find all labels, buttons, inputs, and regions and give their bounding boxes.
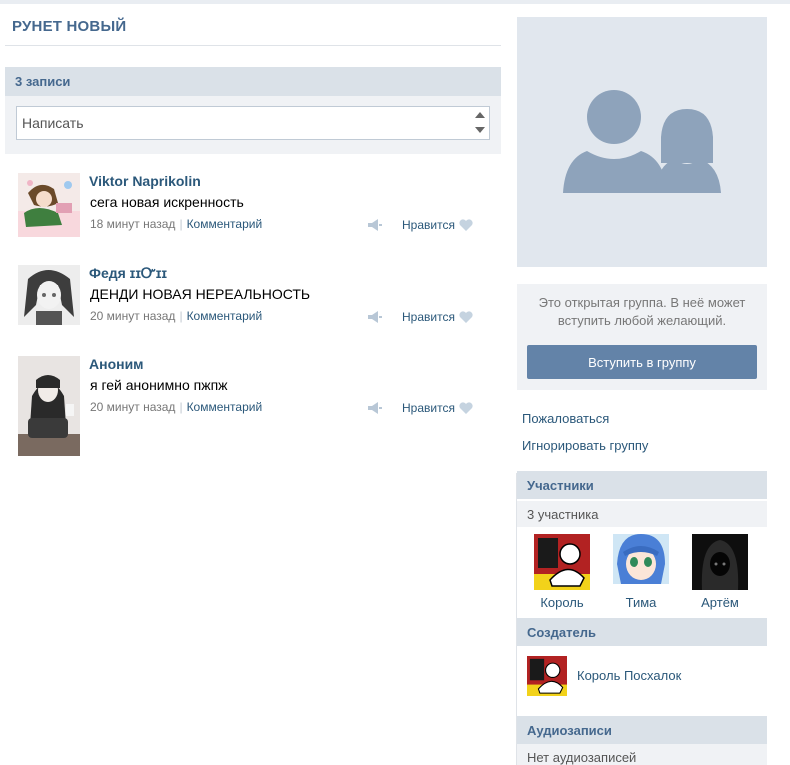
creator-header[interactable]: Создатель [517,618,767,646]
post-author[interactable]: Федя ɪɪᏅɪɪ [89,265,167,282]
avatar[interactable] [527,656,567,696]
post-meta: 20 минут назад | Комментарий [90,309,262,323]
avatar[interactable] [18,356,80,456]
open-group-text: Это открытая группа. В неё может вступит… [538,295,746,328]
member-name[interactable]: Король [527,595,597,610]
separator: | [179,400,183,414]
heart-icon[interactable] [459,311,473,323]
members-count-label[interactable]: 3 участника [527,507,598,522]
audio-empty-label: Нет аудиозаписей [527,750,637,765]
post-time[interactable]: 20 минут назад [90,309,175,323]
divider [5,45,501,46]
audio-header[interactable]: Аудиозаписи [517,716,767,744]
post-meta: 20 минут назад | Комментарий [90,400,262,414]
open-group-box: Это открытая группа. В неё может вступит… [517,284,767,390]
members-count[interactable]: 3 участника [517,501,767,527]
member-name[interactable]: Тима [606,595,676,610]
wall-post: Viktor Naprikolin сега новая искренность… [18,173,488,237]
share-icon[interactable] [367,219,383,231]
post-text: сега новая искренность [90,194,244,210]
scroll-down-icon[interactable] [475,127,485,133]
compose-area: Написать [5,96,501,154]
comment-link[interactable]: Комментарий [187,309,263,323]
members-header-label[interactable]: Участники [527,478,594,493]
wall-count[interactable]: 3 записи [15,74,70,89]
divider [516,473,517,765]
post-text: я гей анонимно пжпж [90,377,228,393]
avatar[interactable] [692,534,748,590]
share-icon[interactable] [367,311,383,323]
page-title: РУНЕТ НОВЫЙ [12,18,127,35]
share-icon[interactable] [367,402,383,414]
separator: | [179,309,183,323]
join-group-button[interactable]: Вступить в группу [527,345,757,379]
creator-name[interactable]: Король Посхалок [577,668,681,683]
avatar[interactable] [18,265,80,325]
separator: | [179,217,183,231]
post-input-placeholder: Написать [22,115,84,131]
audio-header-label[interactable]: Аудиозаписи [527,723,612,738]
creator-header-label[interactable]: Создатель [527,625,596,640]
wall-post: Федя ɪɪᏅɪɪ ДЕНДИ НОВАЯ НЕРЕАЛЬНОСТЬ 20 м… [18,265,488,327]
input-scroll-arrows[interactable] [475,111,485,135]
wall-header[interactable]: 3 записи [5,67,501,96]
post-meta: 18 минут назад | Комментарий [90,217,262,231]
member-item[interactable]: Артём [685,534,755,610]
wall-post: Аноним я гей анонимно пжпж 20 минут наза… [18,356,488,456]
post-author[interactable]: Аноним [89,356,144,372]
heart-icon[interactable] [459,219,473,231]
post-text: ДЕНДИ НОВАЯ НЕРЕАЛЬНОСТЬ [90,286,311,302]
like-label[interactable]: Нравится [402,401,455,415]
members-header[interactable]: Участники [517,471,767,499]
like-label[interactable]: Нравится [402,218,455,232]
post-input[interactable]: Написать [16,106,490,140]
report-link[interactable]: Пожаловаться [522,411,609,426]
audio-empty: Нет аудиозаписей [517,744,767,765]
post-time[interactable]: 20 минут назад [90,400,175,414]
member-name[interactable]: Артём [685,595,755,610]
heart-icon[interactable] [459,402,473,414]
comment-link[interactable]: Комментарий [187,400,263,414]
comment-link[interactable]: Комментарий [187,217,263,231]
member-item[interactable]: Тима [606,534,676,610]
avatar[interactable] [534,534,590,590]
post-author[interactable]: Viktor Naprikolin [89,173,201,189]
scroll-up-icon[interactable] [475,112,485,118]
group-cover[interactable] [517,17,767,267]
post-time[interactable]: 18 минут назад [90,217,175,231]
member-item[interactable]: Король [527,534,597,610]
top-bar [0,0,790,4]
avatar[interactable] [18,173,80,237]
avatar[interactable] [613,534,669,590]
group-placeholder-icon [563,90,721,193]
like-label[interactable]: Нравится [402,310,455,324]
ignore-group-link[interactable]: Игнорировать группу [522,438,648,453]
